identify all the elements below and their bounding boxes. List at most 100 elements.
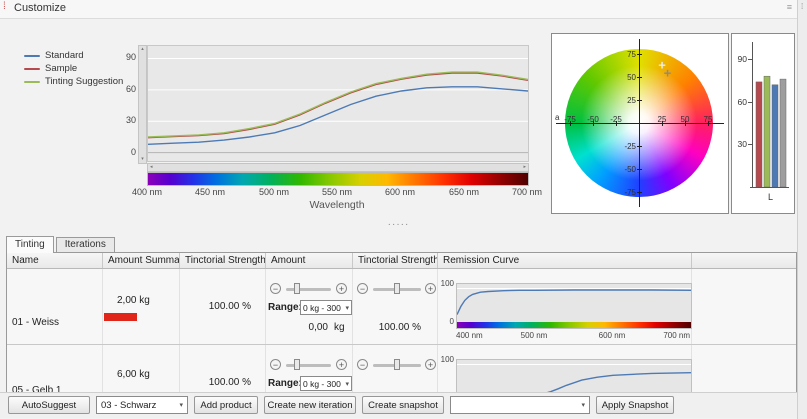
amount-increase-button[interactable]: + xyxy=(336,283,347,294)
product-selected-value: 03 - Schwarz xyxy=(101,400,156,411)
amount-summary-cell: 6,00 kg xyxy=(103,345,180,394)
column-header-amount[interactable]: Amount xyxy=(266,253,353,268)
product-name: 01 - Weiss xyxy=(12,317,59,328)
window-menu-icon[interactable]: ≡ xyxy=(787,2,792,12)
range-selected-value: 0 kg - 300 xyxy=(303,379,341,389)
legend-item-sample: Sample xyxy=(24,63,134,76)
legend-label: Tinting Suggestion xyxy=(45,76,123,87)
tinctorial-strength-cell: − + 100.00 % xyxy=(353,269,438,344)
amount-increase-button[interactable]: + xyxy=(336,359,347,370)
axis-tick xyxy=(637,169,642,170)
y-tick-label: 90 xyxy=(120,52,136,62)
amount-bar xyxy=(104,313,137,321)
chevron-down-icon: ▾ xyxy=(345,304,349,312)
chart-horizontal-scrollbar[interactable]: ◂ ▸ xyxy=(147,163,529,172)
strength-summary-cell: 100.00 % xyxy=(180,345,266,394)
x-tick-label: 400 nm xyxy=(132,187,162,197)
table-row[interactable]: 01 - Weiss 2,00 kg 100.00 % − + Range: 0… xyxy=(7,269,796,345)
remission-x-tick: 600 nm xyxy=(599,331,626,340)
column-header-remission-curve[interactable]: Remission Curve xyxy=(438,253,692,268)
strength-value: 100.00 % xyxy=(379,322,421,333)
amount-slider[interactable] xyxy=(286,364,331,367)
axis-tick xyxy=(593,121,594,126)
range-select[interactable]: 0 kg - 300 ▾ xyxy=(300,300,352,315)
axis-tick xyxy=(637,100,642,101)
filler-cell xyxy=(692,345,796,394)
strength-increase-button[interactable]: + xyxy=(425,359,436,370)
column-header-filler xyxy=(692,253,796,268)
amount-value: 0,00 xyxy=(296,322,328,333)
strength-increase-button[interactable]: + xyxy=(425,283,436,294)
l-tick-label: 90 xyxy=(734,54,747,64)
table-row[interactable]: 05 - Gelb 1 6,00 kg 100.00 % − + Range: … xyxy=(7,345,796,394)
amount-cell: − + Range: 0 kg - 300 ▾ 0,00 kg xyxy=(266,269,353,344)
amount-slider-thumb[interactable] xyxy=(294,359,300,370)
amount-slider[interactable] xyxy=(286,288,331,291)
wheel-area: a -75 -50 -25 25 50 75 75 50 25 -25 -50 … xyxy=(552,34,728,213)
amount-summary-value: 2,00 kg xyxy=(117,295,150,306)
x-tick-label: 450 nm xyxy=(195,187,225,197)
column-header-name[interactable]: Name xyxy=(7,253,103,268)
create-snapshot-button[interactable]: Create snapshot xyxy=(362,396,444,414)
strength-slider-thumb[interactable] xyxy=(394,283,400,294)
product-select[interactable]: 03 - Schwarz ▾ xyxy=(96,396,188,414)
spectral-lines-svg xyxy=(148,46,528,161)
scroll-up-icon[interactable]: ▴ xyxy=(139,47,146,52)
strength-slider-thumb[interactable] xyxy=(394,359,400,370)
range-label: Range: xyxy=(268,378,302,389)
wavelength-spectrum-bar xyxy=(147,172,529,186)
apply-snapshot-button[interactable]: Apply Snapshot xyxy=(596,396,674,414)
x-tick-label: 600 nm xyxy=(385,187,415,197)
amount-decrease-button[interactable]: − xyxy=(270,359,281,370)
scroll-left-icon[interactable]: ◂ xyxy=(150,164,153,170)
scroll-down-icon[interactable]: ▾ xyxy=(139,157,146,162)
remission-line-svg xyxy=(457,360,691,394)
amount-slider-thumb[interactable] xyxy=(294,283,300,294)
app-window: ⁞ Customize ≡ ⁞ Standard Sample Tinting … xyxy=(0,0,807,419)
strength-stepper: − + xyxy=(353,283,437,296)
remission-y-tick: 100 xyxy=(440,355,454,364)
chart-vertical-scrollbar[interactable]: ▴ ▾ xyxy=(138,45,147,164)
snapshot-select[interactable]: ▾ xyxy=(450,396,590,414)
create-new-iteration-button[interactable]: Create new iteration xyxy=(264,396,356,414)
spectral-plot-area xyxy=(147,45,529,162)
name-cell: 05 - Gelb 1 xyxy=(7,345,103,394)
axis-tick xyxy=(708,121,709,126)
range-select[interactable]: 0 kg - 300 ▾ xyxy=(300,376,352,391)
scroll-right-icon[interactable]: ▸ xyxy=(523,164,526,170)
y-tick-label: 30 xyxy=(120,115,136,125)
drag-grip-icon[interactable]: ⁞ xyxy=(3,1,6,12)
remission-y-tick: 100 xyxy=(440,279,454,288)
amount-decrease-button[interactable]: − xyxy=(270,283,281,294)
tab-strip: Tinting Iterations xyxy=(6,236,114,252)
bottom-toolbar: AutoSuggest 03 - Schwarz ▾ Add product C… xyxy=(0,392,797,418)
remission-chart: 100 0 400 nm 500 nm 600 nm 700 nm xyxy=(440,355,692,394)
edge-grip-icon[interactable]: ⁞ xyxy=(801,2,803,11)
autosuggest-button[interactable]: AutoSuggest xyxy=(8,396,90,414)
axis-tick xyxy=(637,192,642,193)
tab-tinting[interactable]: Tinting xyxy=(6,236,54,253)
strength-summary-cell: 100.00 % xyxy=(180,269,266,344)
spectrum-strip xyxy=(457,322,691,328)
filler-cell xyxy=(692,269,796,344)
remission-curve-cell: 100 0 400 nm 500 nm 600 nm 700 nm xyxy=(438,269,692,344)
strength-decrease-button[interactable]: − xyxy=(357,283,368,294)
name-cell: 01 - Weiss xyxy=(7,269,103,344)
column-header-amount-summary[interactable]: Amount Summary xyxy=(103,253,180,268)
tinting-grid: Name Amount Summary Tinctorial Strength … xyxy=(6,252,797,394)
tab-iterations[interactable]: Iterations xyxy=(56,237,115,253)
range-label: Range: xyxy=(268,302,302,313)
axis-tick xyxy=(616,121,617,126)
add-product-button[interactable]: Add product xyxy=(194,396,258,414)
column-header-strength-summary[interactable]: Tinctorial Strength Su... xyxy=(180,253,266,268)
y-tick-label: 60 xyxy=(120,84,136,94)
lab-color-wheel-panel: a -75 -50 -25 25 50 75 75 50 25 -25 -50 … xyxy=(551,33,729,214)
splitter-handle[interactable]: ····· xyxy=(0,221,797,232)
suggestion-line-swatch xyxy=(24,81,40,83)
a-axis-label: a xyxy=(555,113,559,122)
sample-line-swatch xyxy=(24,68,40,70)
strength-decrease-button[interactable]: − xyxy=(357,359,368,370)
column-header-tinctorial-strength[interactable]: Tinctorial Strength xyxy=(353,253,438,268)
b-tick-label: -50 xyxy=(618,165,636,174)
remission-y-tick: 0 xyxy=(440,317,454,326)
